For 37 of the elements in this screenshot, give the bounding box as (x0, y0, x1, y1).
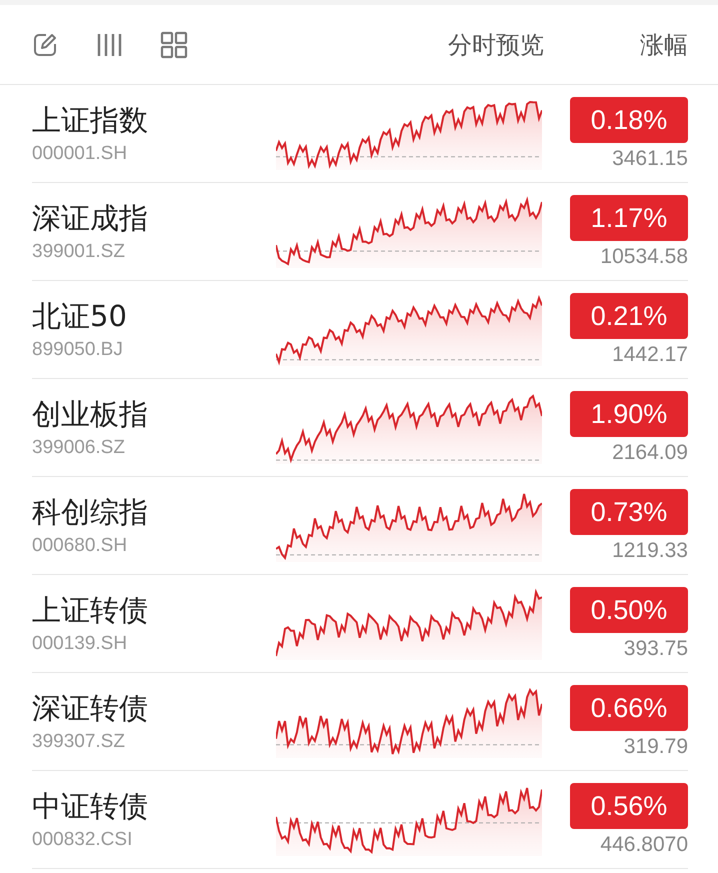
index-price: 10534.58 (600, 244, 688, 268)
columns-icon[interactable] (96, 32, 122, 58)
change-badge: 0.66% (570, 684, 688, 730)
index-code: 399006.SZ (32, 436, 126, 460)
column-header[interactable]: 分时预览 (448, 28, 544, 60)
index-price: 3461.15 (612, 146, 688, 170)
grid-icon[interactable] (160, 30, 188, 58)
index-name: 深证成指 (32, 200, 149, 236)
change-badge: 0.21% (570, 292, 688, 338)
index-price: 319.79 (624, 734, 688, 758)
index-name: 上证指数 (32, 102, 149, 138)
index-code: 000832.CSI (32, 828, 134, 852)
index-name: 上证转债 (32, 592, 149, 628)
index-price: 2164.09 (612, 440, 688, 464)
column-header[interactable]: 涨幅 (640, 28, 688, 60)
index-code: 899050.BJ (32, 338, 124, 362)
index-name: 深证转债 (32, 690, 149, 726)
index-name: 北证50 (32, 298, 128, 334)
index-code: 399307.SZ (32, 730, 126, 754)
index-price: 393.75 (624, 636, 688, 660)
index-price: 1219.33 (612, 538, 688, 562)
change-badge: 0.73% (570, 488, 688, 534)
index-price: 1442.17 (612, 342, 688, 366)
index-name: 科创综指 (32, 494, 149, 530)
index-code: 000680.SH (32, 534, 128, 558)
edit-icon[interactable] (32, 32, 58, 58)
index-code: 000001.SH (32, 142, 128, 166)
index-code: 399001.SZ (32, 240, 126, 264)
index-name: 中证转债 (32, 788, 149, 824)
index-price: 446.8070 (600, 832, 688, 856)
index-code: 000139.SH (32, 632, 128, 656)
change-badge: 1.17% (570, 194, 688, 240)
change-badge: 0.18% (570, 96, 688, 142)
change-badge: 1.90% (570, 390, 688, 436)
index-name: 创业板指 (32, 396, 149, 432)
change-badge: 0.56% (570, 782, 688, 828)
change-badge: 0.50% (570, 586, 688, 632)
